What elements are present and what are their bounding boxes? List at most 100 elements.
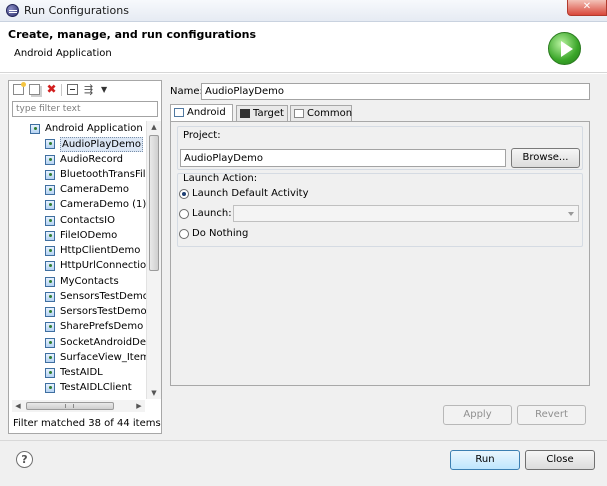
launch-config-icon <box>45 368 55 378</box>
filter-status: Filter matched 38 of 44 items <box>13 418 161 429</box>
collapse-all-icon[interactable] <box>67 84 78 95</box>
filter-icon[interactable]: ⇶ <box>84 84 95 95</box>
chevron-down-icon <box>568 212 574 216</box>
window-titlebar: Run Configurations ✕ <box>0 0 607 22</box>
launch-config-icon <box>45 383 55 394</box>
tree-item[interactable]: FileIODemo <box>9 228 146 243</box>
configuration-tree-panel: ✖ ⇶ ▼ Android Application AudioPlayDemo … <box>8 80 162 434</box>
tree-item-label: SurfaceView_Item <box>60 351 146 363</box>
delete-icon[interactable]: ✖ <box>46 83 57 95</box>
help-icon[interactable]: ? <box>16 451 33 468</box>
tree-item[interactable]: AudioPlayDemo <box>9 136 146 153</box>
run-icon <box>548 32 581 65</box>
close-button[interactable]: Close <box>525 450 595 470</box>
tree-item[interactable]: BluetoothTransFile <box>9 167 146 182</box>
tree-group-label: Android Application <box>45 123 143 134</box>
tree-group-android-application[interactable]: Android Application <box>9 121 146 136</box>
launch-config-icon <box>45 246 55 256</box>
launch-config-icon <box>45 337 55 348</box>
filter-input[interactable] <box>12 101 158 117</box>
tree-item-label: FileIODemo <box>60 229 118 241</box>
android-tab-icon <box>174 108 184 117</box>
name-field[interactable] <box>201 83 590 100</box>
window-title: Run Configurations <box>24 4 129 17</box>
tree-item-label: AudioRecord <box>60 153 123 165</box>
tree-item-label: BluetoothTransFile <box>60 168 146 180</box>
toolbar-separator <box>61 84 62 96</box>
radio-label: Launch: <box>192 208 232 219</box>
launch-action-label: Launch Action: <box>183 173 258 184</box>
window-close-button[interactable]: ✕ <box>567 0 607 16</box>
tree-item-label: AudioPlayDemo <box>60 137 143 153</box>
run-button[interactable]: Run <box>450 450 520 470</box>
project-label: Project: <box>183 130 221 141</box>
common-tab-icon <box>294 109 304 118</box>
tree-item-label: SersorsTestDemo <box>60 306 146 317</box>
android-app-group-icon <box>30 124 40 134</box>
launch-config-icon <box>45 154 55 165</box>
tree-item[interactable]: MyContacts <box>9 274 146 289</box>
configuration-tree: Android Application AudioPlayDemo AudioR… <box>9 121 146 399</box>
tree-item[interactable]: AudioRecord <box>9 152 146 167</box>
launch-config-icon <box>45 169 55 180</box>
footer-divider <box>0 440 607 441</box>
tree-vertical-scrollbar[interactable]: ▲ ▼ <box>146 121 161 399</box>
tree-item[interactable]: CameraDemo <box>9 182 146 197</box>
tree-item[interactable]: TestAIDLClient <box>9 380 146 395</box>
tree-item[interactable]: TestAIDL <box>9 365 146 380</box>
tab-label: Android <box>187 107 226 118</box>
target-tab-icon <box>240 109 250 118</box>
launch-action-group: Launch Action: Launch Default Activity L… <box>177 173 583 247</box>
tab-target[interactable]: Target <box>236 105 288 122</box>
dialog-header: Create, manage, and run configurations A… <box>0 22 607 73</box>
launch-config-icon <box>45 185 55 195</box>
scroll-left-icon[interactable]: ◀ <box>12 400 24 412</box>
launch-config-icon <box>45 215 55 226</box>
launch-config-icon <box>45 291 55 302</box>
duplicate-icon[interactable] <box>29 84 40 95</box>
launch-config-icon <box>45 307 55 317</box>
tree-item[interactable]: HttpUrlConnectionD <box>9 258 146 273</box>
tree-item[interactable]: SocketAndroidDem <box>9 335 146 350</box>
tree-item-label: MyContacts <box>60 275 119 287</box>
tree-item-label: SharePrefsDemo <box>60 321 144 333</box>
apply-button[interactable]: Apply <box>443 405 512 425</box>
tree-horizontal-scrollbar[interactable]: ◀ ▶ <box>12 400 145 412</box>
tree-item[interactable]: SersorsTestDemo <box>9 304 146 319</box>
tree-item-label: SensorsTestDemo <box>60 290 146 302</box>
scrollbar-thumb[interactable] <box>149 135 159 271</box>
scroll-up-icon[interactable]: ▲ <box>147 121 161 133</box>
launch-activity-select[interactable] <box>233 205 579 222</box>
radio-label: Do Nothing <box>192 228 249 239</box>
dialog-subtitle: Android Application <box>14 48 112 59</box>
tree-item-label: HttpClientDemo <box>60 245 141 256</box>
radio-button[interactable] <box>179 209 189 219</box>
tree-item[interactable]: SurfaceView_Item <box>9 350 146 365</box>
tree-item[interactable]: ContactsIO <box>9 213 146 228</box>
tree-item[interactable]: CameraDemo (1) <box>9 197 146 212</box>
scrollbar-thumb[interactable] <box>26 402 114 410</box>
scroll-down-icon[interactable]: ▼ <box>147 387 161 399</box>
radio-button[interactable] <box>179 229 189 239</box>
tab-common[interactable]: Common <box>290 105 352 122</box>
launch-config-icon <box>45 139 55 150</box>
tree-item-label: CameraDemo <box>60 184 129 195</box>
radio-label: Launch Default Activity <box>192 188 309 199</box>
tree-item-label: SocketAndroidDem <box>60 336 146 348</box>
tree-item[interactable]: SensorsTestDemo <box>9 289 146 304</box>
tree-item-label: ContactsIO <box>60 214 115 226</box>
config-tabs: Android Target Common <box>170 104 590 123</box>
tab-label: Common <box>307 108 353 119</box>
tree-item[interactable]: SharePrefsDemo <box>9 319 146 334</box>
tree-toolbar: ✖ ⇶ ▼ <box>9 81 161 99</box>
scroll-right-icon[interactable]: ▶ <box>133 400 145 412</box>
launch-config-icon <box>45 261 55 272</box>
tree-item[interactable]: HttpClientDemo <box>9 243 146 258</box>
revert-button[interactable]: Revert <box>517 405 586 425</box>
new-configuration-icon[interactable] <box>13 82 26 95</box>
project-field[interactable] <box>180 149 506 167</box>
view-menu-icon[interactable]: ▼ <box>101 84 112 95</box>
browse-button[interactable]: Browse... <box>511 148 580 168</box>
radio-button[interactable] <box>179 189 189 199</box>
tab-label: Target <box>253 108 284 119</box>
